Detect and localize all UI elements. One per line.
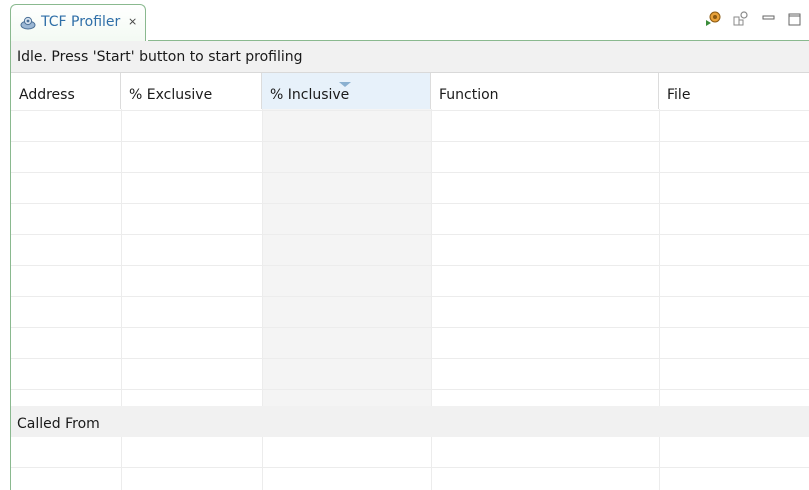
row-divider	[11, 141, 809, 142]
column-divider	[121, 109, 122, 406]
column-divider	[121, 437, 122, 490]
tab-title: TCF Profiler	[41, 14, 121, 30]
row-divider	[11, 296, 809, 297]
row-divider	[11, 234, 809, 235]
configure-icon[interactable]	[731, 9, 751, 29]
row-divider	[11, 389, 809, 390]
column-header-file[interactable]: File	[659, 73, 809, 109]
called-from-title: Called From	[17, 416, 100, 432]
status-text: Idle. Press 'Start' button to start prof…	[17, 49, 303, 65]
close-icon[interactable]: ⨯	[128, 15, 137, 28]
status-bar: Idle. Press 'Start' button to start prof…	[11, 41, 809, 73]
maximize-icon[interactable]	[785, 9, 805, 29]
row-divider	[11, 265, 809, 266]
column-divider	[262, 437, 263, 490]
called-from-table[interactable]	[11, 437, 809, 490]
row-divider	[11, 172, 809, 173]
column-header-address[interactable]: Address	[11, 73, 121, 109]
row-divider	[11, 467, 809, 468]
tab-tcf-profiler[interactable]: TCF Profiler ⨯	[10, 4, 146, 41]
start-profiling-icon[interactable]	[703, 9, 723, 29]
minimize-icon[interactable]	[759, 9, 779, 29]
view-tab-bar: TCF Profiler ⨯	[0, 0, 809, 41]
column-divider	[431, 109, 432, 406]
sorted-column-background	[262, 109, 431, 406]
profiler-icon	[20, 16, 36, 30]
view-toolbar	[689, 6, 809, 34]
row-divider	[11, 327, 809, 328]
column-header-function[interactable]: Function	[431, 73, 659, 109]
column-divider	[659, 437, 660, 490]
column-divider	[659, 109, 660, 406]
column-divider	[431, 437, 432, 490]
profile-table[interactable]: Address % Exclusive % Inclusive Function…	[11, 73, 809, 407]
row-divider	[11, 203, 809, 204]
column-header-inclusive[interactable]: % Inclusive	[262, 73, 431, 109]
column-divider	[262, 109, 263, 406]
called-from-header: Called From	[11, 406, 809, 437]
row-divider	[11, 110, 809, 111]
row-divider	[11, 358, 809, 359]
column-header-exclusive[interactable]: % Exclusive	[121, 73, 262, 109]
